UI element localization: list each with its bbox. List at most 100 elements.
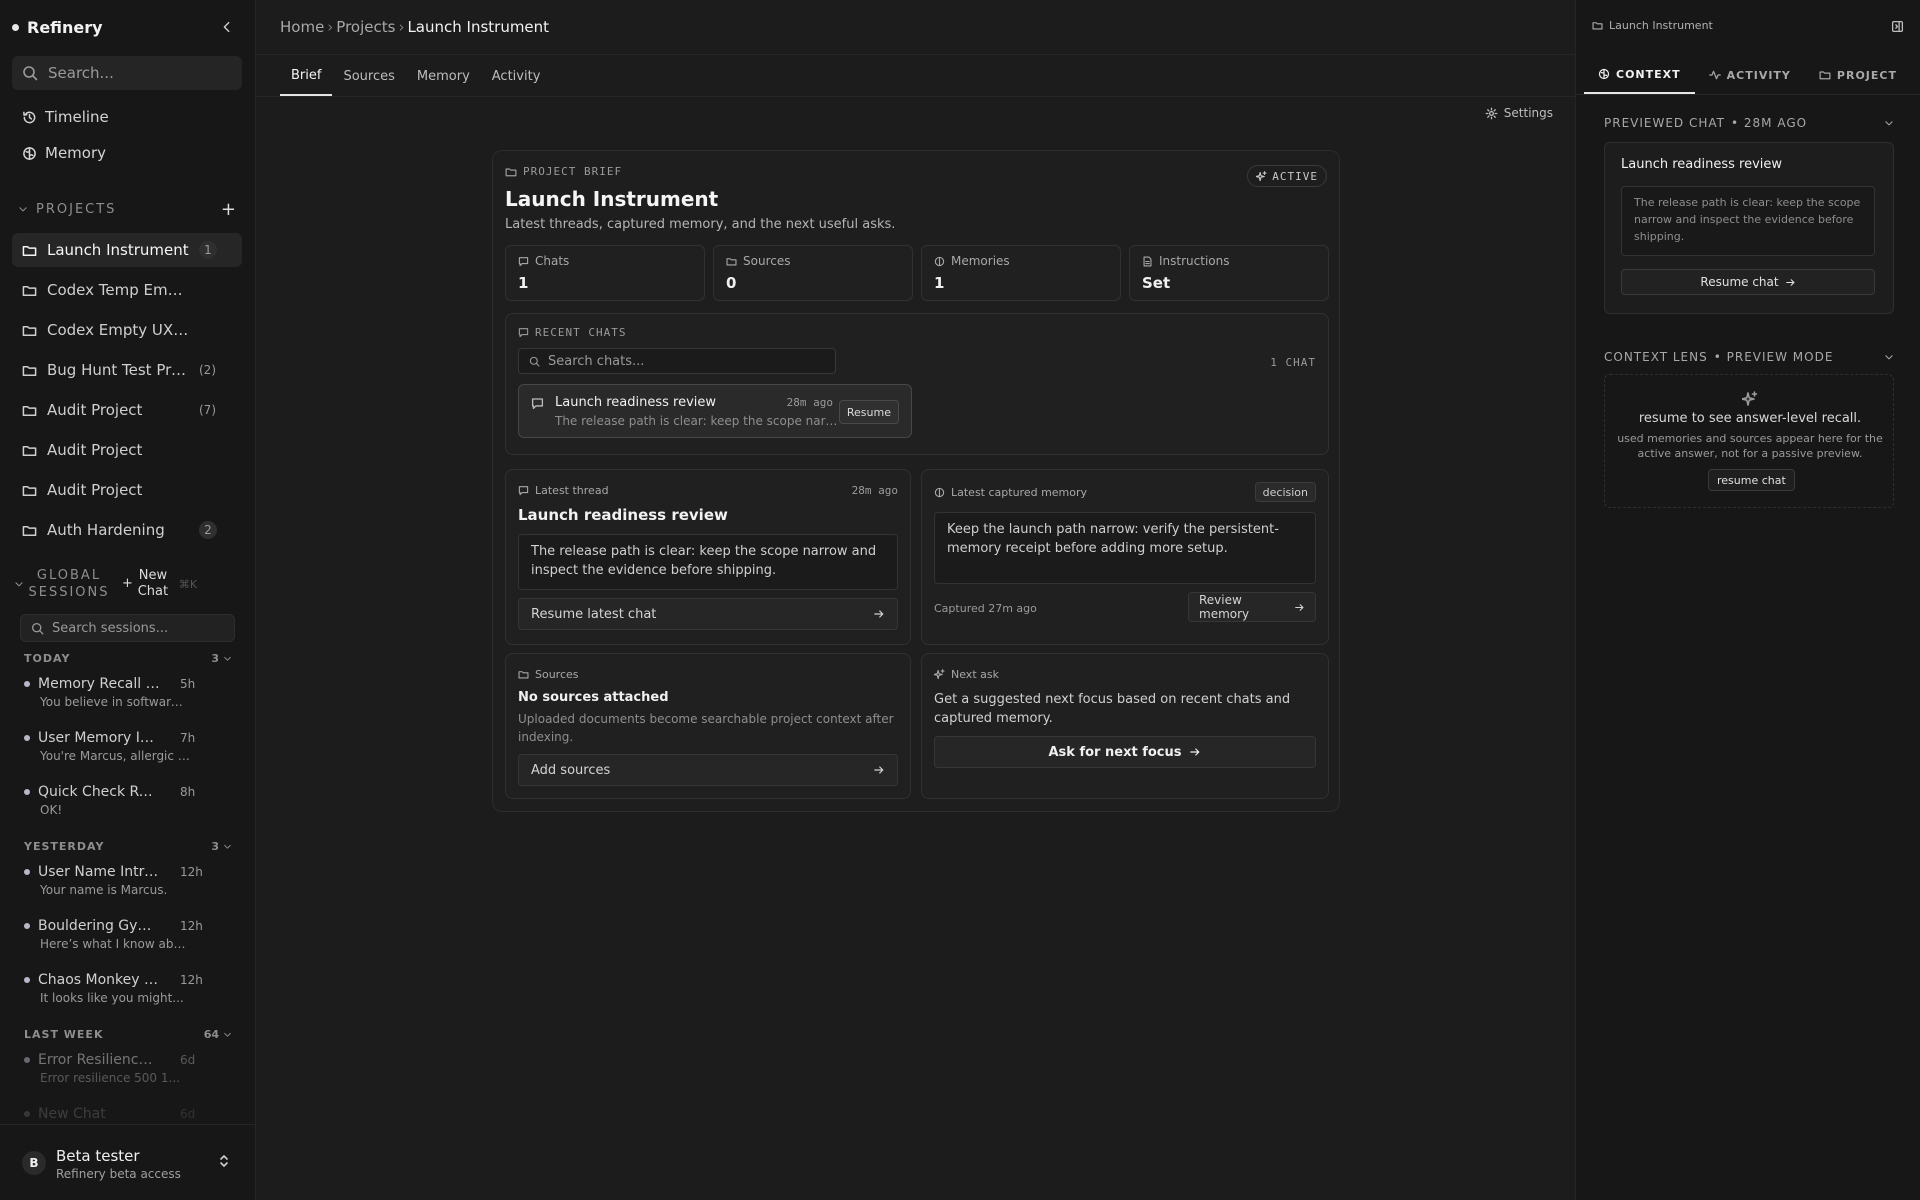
session-item[interactable]: User Name Introduction 12h Your name is Ma… — [24, 864, 232, 897]
session-item[interactable]: User Memory Introduction 7h You're Marcus,… — [24, 730, 232, 763]
latest-memory-panel: Latest captured memory decision Keep the… — [921, 469, 1329, 645]
session-time: 12h — [180, 973, 203, 987]
recent-chats-panel: RECENT CHATS Search chats... 1 CHAT Laun… — [505, 313, 1329, 455]
sparkle-icon — [1742, 391, 1758, 407]
project-name: Audit Project — [47, 401, 143, 419]
sidebar-search-placeholder: Search... — [48, 64, 114, 82]
next-ask-panel: Next ask Get a suggested next focus base… — [921, 653, 1329, 799]
brain-icon — [934, 256, 945, 267]
chat-search-input[interactable]: Search chats... — [518, 348, 836, 374]
sources-empty-text: Uploaded documents become searchable pro… — [518, 712, 894, 744]
session-search-input[interactable]: Search sessions... — [20, 614, 235, 642]
project-count-badge: (7) — [199, 403, 216, 417]
tab-context[interactable]: CONTEXT — [1584, 56, 1695, 94]
stat-card-memories: Memories 1 — [921, 245, 1121, 301]
sidebar-search-input[interactable]: Search... — [12, 56, 242, 90]
ask-next-focus-button[interactable]: Ask for next focus — [934, 736, 1316, 768]
previewed-chat-card: Launch readiness review The release path… — [1604, 142, 1894, 314]
session-item[interactable]: New Chat 6d — [24, 1106, 232, 1125]
avatar: B — [22, 1151, 46, 1175]
session-time: 12h — [180, 865, 203, 879]
resume-chat-button[interactable]: Resume chat — [1621, 269, 1875, 295]
session-item[interactable]: Memory Recall Test 5h You believe in softw… — [24, 676, 232, 709]
next-ask-header: Next ask — [934, 668, 999, 681]
stat-value: 0 — [726, 274, 737, 292]
projects-section-header[interactable]: PROJECTS + — [12, 199, 242, 220]
session-item[interactable]: Bouldering Gym Question 12h Here’s what I … — [24, 918, 232, 951]
sidebar-item-project[interactable]: Launch Instrument 1 — [12, 233, 242, 267]
session-group-label: LAST WEEK — [24, 1028, 104, 1041]
resume-chat-small-button[interactable]: resume chat — [1708, 469, 1795, 491]
project-count-badge: (2) — [199, 363, 216, 377]
tab-project[interactable]: PROJECT — [1805, 56, 1911, 94]
stat-label: Instructions — [1159, 254, 1230, 268]
tab-activity[interactable]: Activity — [481, 56, 552, 96]
session-group-header[interactable]: LAST WEEK 64 — [24, 1028, 232, 1041]
stat-value: 1 — [518, 274, 529, 292]
folder-icon — [505, 166, 517, 178]
session-item[interactable]: Quick Check Request 8h OK! — [24, 784, 232, 817]
breadcrumb-projects[interactable]: Projects — [336, 18, 395, 36]
context-lens-label: CONTEXT LENS — [1604, 350, 1708, 364]
list-item[interactable]: Launch readiness review 28m ago The rele… — [518, 384, 912, 438]
settings-button[interactable]: Settings — [1485, 106, 1553, 120]
context-lens-header[interactable]: CONTEXT LENS • PREVIEW MODE — [1604, 350, 1894, 364]
breadcrumb-home[interactable]: Home — [280, 18, 324, 36]
chevron-down-icon[interactable] — [14, 579, 24, 589]
session-group-header[interactable]: YESTERDAY 3 — [24, 840, 232, 853]
sidebar-item-timeline[interactable]: Timeline — [12, 100, 242, 134]
project-name: Audit Project — [47, 481, 143, 499]
sources-empty-title: No sources attached — [518, 690, 669, 705]
sidebar-item-project[interactable]: Audit Project — [12, 473, 242, 507]
session-preview: You believe in software design... — [40, 695, 190, 709]
sidebar-item-project[interactable]: Auth Hardening 2 — [12, 513, 242, 547]
new-chat-button[interactable]: + New Chat — [122, 568, 169, 600]
button-label: Review memory — [1199, 593, 1250, 621]
sources-header: Sources — [518, 668, 579, 681]
tab-brief[interactable]: Brief — [280, 56, 333, 96]
chat-preview: The release path is clear: keep the scop… — [555, 414, 839, 428]
sidebar-item-project[interactable]: Bug Hunt Test Project (2) — [12, 353, 242, 387]
previewed-chat-time: • 28M AGO — [1731, 116, 1808, 130]
tab-memory[interactable]: Memory — [406, 56, 481, 96]
folder-icon — [1819, 69, 1831, 81]
app-brand[interactable]: Refinery — [12, 18, 103, 37]
tab-activity[interactable]: ACTIVITY — [1695, 56, 1805, 94]
folder-icon — [22, 443, 37, 458]
session-title: Memory Recall Test — [38, 676, 160, 692]
session-title: User Memory Introduction — [38, 730, 160, 746]
add-project-plus-icon[interactable]: + — [221, 199, 236, 220]
add-sources-button[interactable]: Add sources — [518, 754, 898, 786]
toggle-panel-icon[interactable] — [1891, 20, 1904, 33]
stat-label: Memories — [951, 254, 1010, 268]
session-preview: OK! — [40, 803, 63, 817]
previewed-chat-header[interactable]: PREVIEWED CHAT • 28M AGO — [1604, 116, 1894, 130]
tab-sources[interactable]: Sources — [332, 56, 405, 96]
global-sessions-label: GLOBAL SESSIONS — [28, 568, 110, 600]
sidebar-item-project[interactable]: Codex Temp Empty Project — [12, 273, 242, 307]
session-item[interactable]: Error Resilience Test 6dError resilience … — [24, 1052, 232, 1085]
resume-latest-chat-button[interactable]: Resume latest chat — [518, 598, 898, 630]
resume-button[interactable]: Resume — [838, 400, 899, 424]
stat-value: Set — [1142, 274, 1171, 292]
session-group-header[interactable]: TODAY 3 — [24, 652, 232, 665]
file-icon — [1142, 255, 1153, 267]
sparkle-icon — [934, 669, 945, 680]
collapse-sidebar-chevron-left-icon[interactable] — [218, 18, 236, 36]
brief-eyebrow-label: PROJECT BRIEF — [523, 165, 623, 178]
memory-type-badge: decision — [1254, 482, 1316, 502]
gear-icon — [1485, 107, 1498, 120]
session-item[interactable]: Chaos Monkey Test 12h It looks like you mi… — [24, 972, 232, 1005]
sidebar-item-project[interactable]: Audit Project — [12, 433, 242, 467]
app-name: Refinery — [27, 18, 103, 37]
sidebar-item-project[interactable]: Audit Project (7) — [12, 393, 242, 427]
sidebar-item-project[interactable]: Codex Empty UX Check — [12, 313, 242, 347]
sidebar-item-memory[interactable]: Memory — [12, 136, 242, 170]
review-memory-button[interactable]: Review memory — [1188, 592, 1316, 622]
chevrons-up-down-icon — [218, 1153, 230, 1169]
latest-thread-label: Latest thread — [535, 484, 609, 497]
session-group-count: 3 — [211, 840, 219, 853]
user-menu[interactable]: B Beta tester Refinery beta access — [0, 1124, 255, 1200]
sparkle-icon — [1256, 170, 1267, 182]
session-dot-icon — [24, 869, 30, 875]
